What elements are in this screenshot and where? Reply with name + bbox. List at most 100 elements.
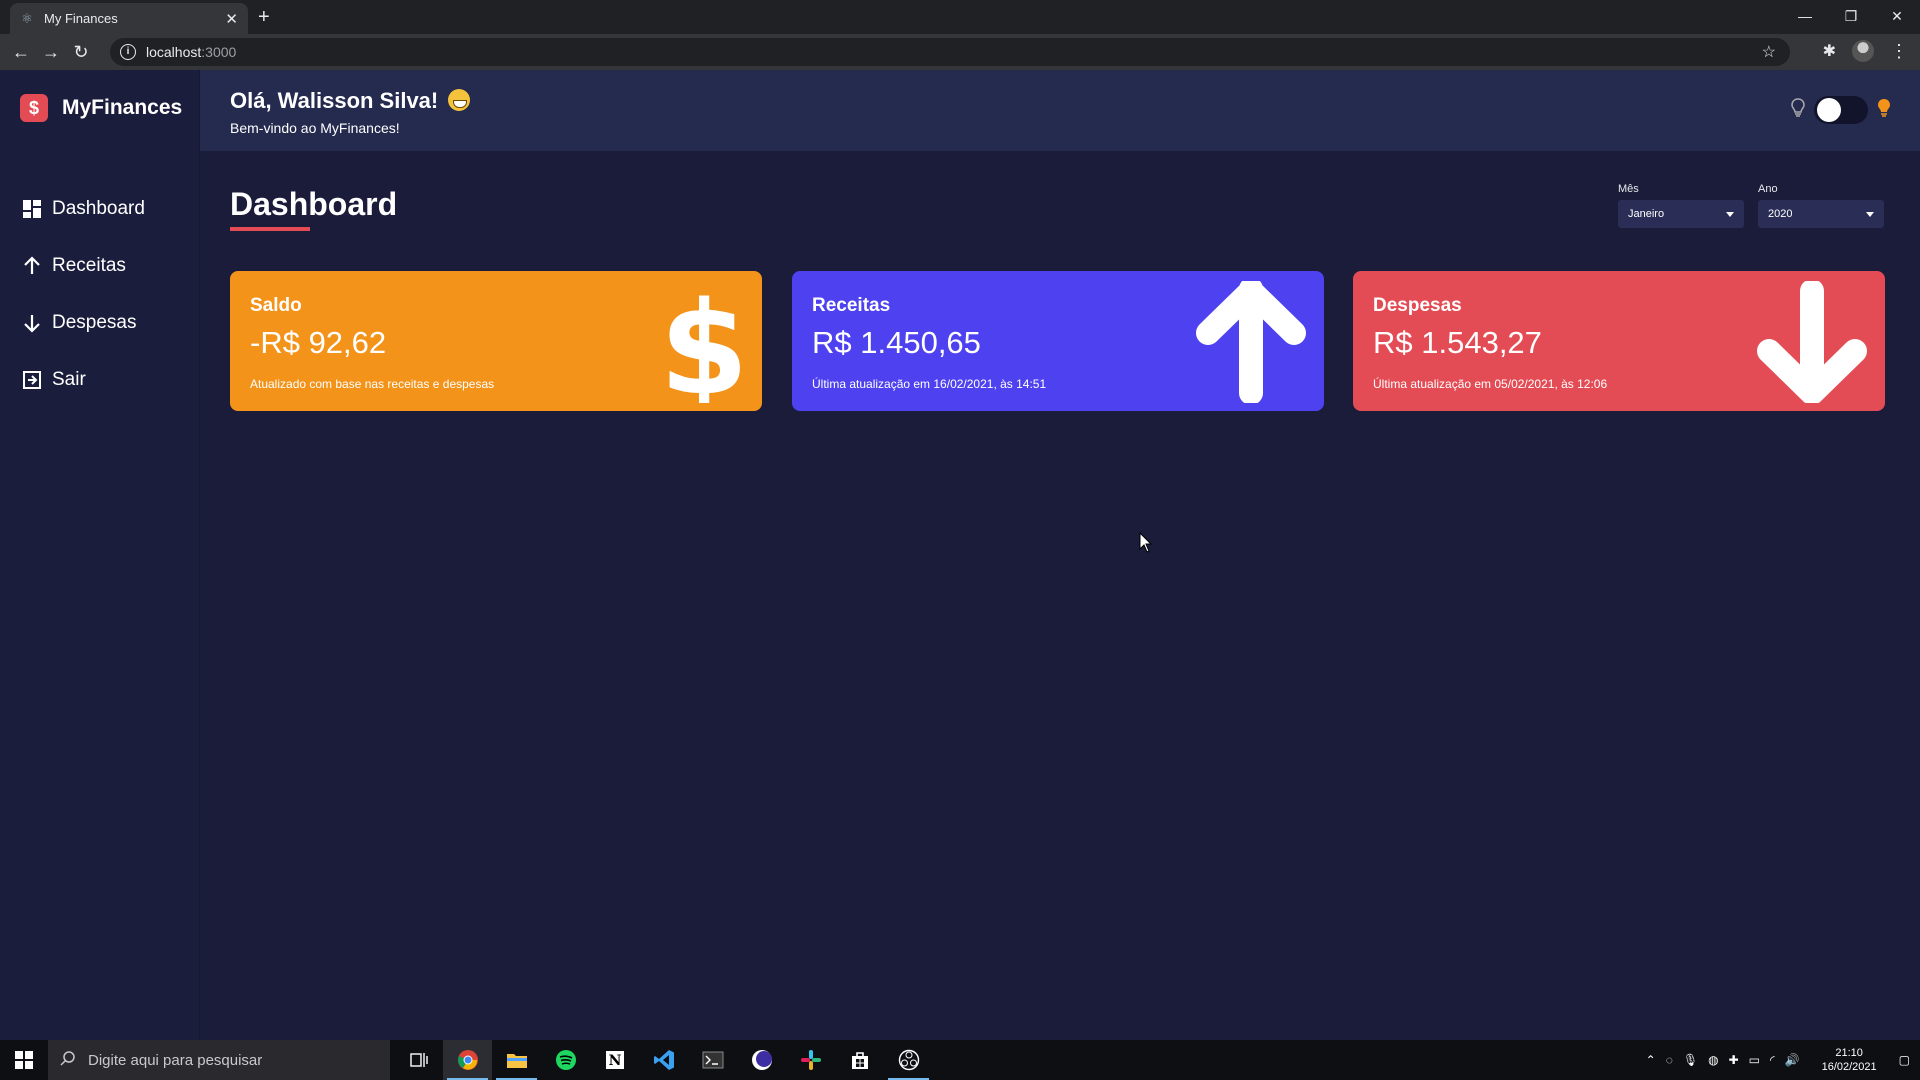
minimize-icon[interactable]: — [1782, 4, 1828, 28]
svg-text:$: $ [664, 281, 744, 403]
light-bulb-outline-icon [1790, 97, 1806, 124]
spotify-icon[interactable] [541, 1040, 590, 1080]
welcome-text: Bem-vindo ao MyFinances! [230, 120, 400, 136]
clock-time: 21:10 [1835, 1047, 1863, 1059]
sidebar-item-label: Receitas [52, 254, 126, 276]
search-icon [60, 1050, 76, 1071]
tab-title: My Finances [44, 11, 118, 26]
mouse-cursor-icon [1139, 531, 1153, 559]
month-label: Mês [1618, 183, 1639, 195]
arrow-down-icon [22, 313, 42, 333]
store-icon[interactable] [835, 1040, 884, 1080]
browser-menu-icon[interactable]: ⋮ [1890, 41, 1908, 62]
wifi-icon[interactable]: ◜ [1770, 1053, 1775, 1067]
arrow-down-icon [1757, 279, 1867, 408]
taskbar-apps: N [394, 1040, 933, 1080]
reload-icon[interactable]: ↻ [66, 42, 96, 63]
month-filter: Mês Janeiro [1618, 183, 1744, 228]
forward-icon[interactable]: → [36, 42, 66, 63]
tray-chevron-up-icon[interactable]: ⌃ [1646, 1053, 1656, 1067]
notifications-icon[interactable]: ▢ [1899, 1053, 1910, 1067]
page-title: Dashboard [230, 186, 398, 222]
svg-text:N: N [608, 1053, 621, 1069]
bookmark-star-icon[interactable]: ☆ [1762, 42, 1776, 62]
sidebar-item-receitas[interactable]: Receitas [22, 237, 145, 294]
taskbar-search[interactable]: Digite aqui para pesquisar [48, 1040, 390, 1080]
volume-icon[interactable]: 🔊 [1785, 1053, 1800, 1067]
card-receitas: Receitas R$ 1.450,65 Última atualização … [792, 271, 1324, 411]
address-bar[interactable]: i localhost:3000 ☆ [110, 38, 1790, 66]
discord-icon[interactable]: ◍ [1708, 1053, 1718, 1067]
new-tab-button[interactable]: + [258, 6, 270, 29]
year-select[interactable]: 2020 [1758, 200, 1884, 228]
sidebar-item-sair[interactable]: Sair [22, 351, 145, 408]
microphone-icon[interactable]: 🎙 [1683, 1053, 1698, 1067]
sidebar-item-label: Dashboard [52, 197, 145, 219]
slack-icon[interactable] [786, 1040, 835, 1080]
terminal-icon[interactable] [688, 1040, 737, 1080]
sidebar-item-dashboard[interactable]: Dashboard [22, 180, 145, 237]
year-label: Ano [1758, 183, 1778, 195]
year-value: 2020 [1768, 208, 1793, 220]
react-favicon-icon: ⚛ [21, 10, 33, 26]
year-filter: Ano 2020 [1758, 183, 1884, 228]
vscode-icon[interactable] [639, 1040, 688, 1080]
browser-tabstrip: ⚛ My Finances ✕ + — ❐ ✕ [0, 0, 1920, 34]
chrome-icon[interactable] [443, 1040, 492, 1080]
task-view-icon[interactable] [394, 1040, 443, 1080]
arrow-up-icon [1196, 277, 1306, 408]
system-tray: ⌃ ◌ 🎙 ◍ ✚ ▭ ◜ 🔊 21:10 16/02/2021 ▢ [1646, 1040, 1920, 1080]
site-info-icon[interactable]: i [120, 44, 136, 60]
obs-icon[interactable] [884, 1040, 933, 1080]
chevron-down-icon [1726, 211, 1734, 217]
sidebar-nav: Dashboard Receitas Despesas Sair [22, 180, 145, 408]
slack-tray-icon[interactable]: ✚ [1729, 1053, 1739, 1067]
search-placeholder: Digite aqui para pesquisar [88, 1051, 263, 1069]
browser-tab[interactable]: ⚛ My Finances ✕ [10, 3, 248, 34]
notion-icon[interactable]: N [590, 1040, 639, 1080]
toggle-knob [1817, 98, 1841, 122]
month-select[interactable]: Janeiro [1618, 200, 1744, 228]
tab-close-icon[interactable]: ✕ [225, 10, 238, 28]
tray-network-status-icon[interactable]: ◌ [1666, 1053, 1673, 1067]
light-bulb-filled-icon [1876, 97, 1892, 124]
browser-toolbar: ← → ↻ i localhost:3000 ☆ ✱ ⋮ [0, 34, 1920, 70]
windows-start-icon[interactable] [0, 1051, 48, 1069]
eclipse-app-icon[interactable] [737, 1040, 786, 1080]
sidebar-item-label: Sair [52, 368, 86, 390]
battery-icon[interactable]: ▭ [1749, 1053, 1760, 1067]
extensions-icon[interactable]: ✱ [1823, 41, 1836, 61]
toolbar-actions: ✱ ⋮ [1823, 40, 1908, 62]
grin-emoji-icon [448, 89, 471, 111]
dollar-icon: $ [659, 275, 748, 411]
sidebar-item-label: Despesas [52, 311, 137, 333]
card-despesas: Despesas R$ 1.543,27 Última atualização … [1353, 271, 1885, 411]
month-value: Janeiro [1628, 208, 1665, 220]
chevron-down-icon [1866, 211, 1874, 217]
card-saldo: Saldo -R$ 92,62 Atualizado com base nas … [230, 271, 762, 411]
restore-icon[interactable]: ❐ [1828, 4, 1874, 28]
url-port: :3000 [201, 44, 237, 60]
profile-avatar[interactable] [1852, 40, 1874, 62]
title-underline [230, 227, 310, 231]
close-window-icon[interactable]: ✕ [1874, 4, 1920, 28]
system-clock[interactable]: 21:10 16/02/2021 [1822, 1046, 1877, 1074]
theme-toggle[interactable] [1814, 96, 1868, 124]
os-taskbar: Digite aqui para pesquisar N ⌃ ◌ 🎙 ◍ ✚ ▭… [0, 1040, 1920, 1080]
greeting: Olá, Walisson Silva! [230, 88, 471, 114]
back-icon[interactable]: ← [6, 42, 36, 63]
file-explorer-icon[interactable] [492, 1040, 541, 1080]
app-header: Olá, Walisson Silva! Bem-vindo ao MyFina… [200, 70, 1920, 151]
clock-date: 16/02/2021 [1821, 1061, 1877, 1073]
greeting-text: Olá, Walisson Silva! [230, 88, 439, 113]
window-controls: — ❐ ✕ [1782, 4, 1920, 28]
sidebar: $ MyFinances Dashboard Receitas Despesas [0, 70, 200, 1040]
theme-switcher [1790, 96, 1892, 124]
dashboard-icon [22, 199, 42, 219]
url-host: localhost [146, 44, 202, 60]
brand-logo[interactable]: $ MyFinances [20, 94, 182, 122]
logout-icon [22, 370, 42, 390]
sidebar-item-despesas[interactable]: Despesas [22, 294, 145, 351]
arrow-up-icon [22, 255, 42, 276]
brand-name: MyFinances [62, 96, 183, 119]
